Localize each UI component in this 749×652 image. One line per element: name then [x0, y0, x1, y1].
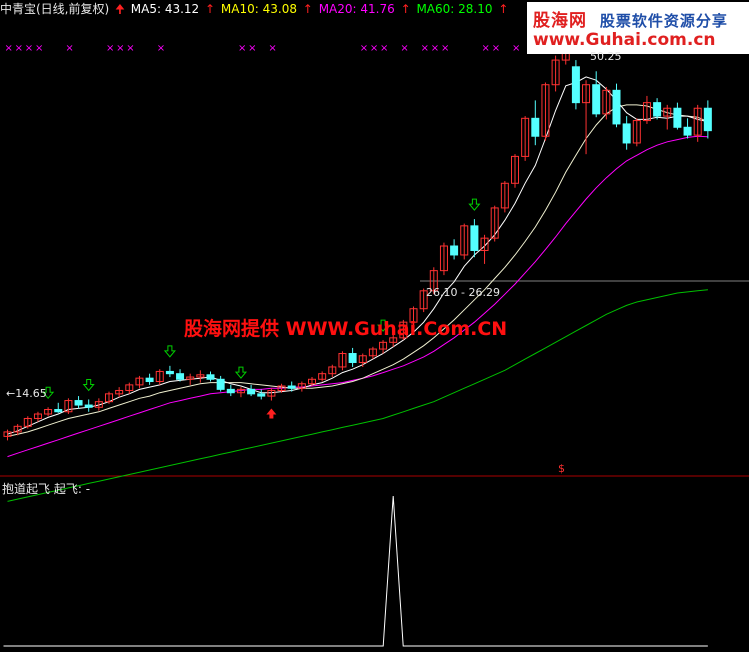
- star-marker: ×: [25, 43, 33, 54]
- candle-body: [673, 107, 682, 128]
- indicator-line-label: 起飞: -: [53, 482, 91, 496]
- up-arrow-icon: 🠉: [115, 2, 125, 16]
- chart-title: 中青宝(日线,前复权): [0, 2, 110, 16]
- star-marker: ×: [248, 43, 256, 54]
- star-marker: ×: [370, 43, 378, 54]
- buy-arrow-icon: [468, 198, 481, 211]
- watermark-logo: 股海网 股票软件资源分享 www.Guhai.com.cn: [527, 2, 749, 54]
- candle-body: [622, 123, 631, 144]
- signal-line: [3, 495, 708, 647]
- candle-body: [653, 102, 662, 117]
- star-marker: ×: [400, 43, 408, 54]
- watermark-tagline: 股票软件资源分享: [599, 12, 728, 30]
- candle-body: [226, 388, 235, 394]
- star-marker: ×: [431, 43, 439, 54]
- candle-body: [145, 377, 154, 383]
- star-marker: ×: [492, 43, 500, 54]
- candle-body: [470, 225, 479, 251]
- watermark-url: www.Guhai.com.cn: [533, 30, 716, 50]
- candle-body: [54, 409, 63, 413]
- candle-body: [612, 89, 621, 125]
- candle-body: [450, 245, 459, 256]
- star-marker: ×: [65, 43, 73, 54]
- star-marker: ×: [441, 43, 449, 54]
- star-marker: ×: [238, 43, 246, 54]
- ma10-line: [7, 104, 709, 437]
- buy-arrow-icon: [82, 378, 95, 392]
- sell-arrow-icon: [266, 408, 277, 419]
- high-price-label: 50.25: [590, 50, 622, 63]
- candle-body: [703, 107, 712, 132]
- candle-body: [592, 84, 601, 115]
- indicator-header: 抱道起飞 起飞: -: [2, 480, 90, 497]
- candle-body: [84, 404, 93, 408]
- indicator-name: 抱道起飞: [2, 482, 51, 496]
- candle-body: [531, 117, 540, 137]
- range-label: 26.10 - 26.29: [426, 286, 500, 299]
- ma5-line: [7, 76, 709, 435]
- up-arrow-icon: ↑: [302, 2, 313, 16]
- star-marker: ×: [157, 43, 165, 54]
- star-marker: ×: [35, 43, 43, 54]
- star-marker: ×: [380, 43, 388, 54]
- star-marker: ×: [5, 43, 13, 54]
- candle-body: [216, 378, 225, 390]
- candle-body: [247, 388, 256, 395]
- star-marker: ×: [116, 43, 124, 54]
- chart-header: 中青宝(日线,前复权) 🠉 MA5: 43.12 ↑ MA10: 43.08 ↑…: [0, 0, 510, 18]
- star-marker: ×: [360, 43, 368, 54]
- ma20-label: MA20: 41.76: [318, 2, 395, 16]
- candle-body: [287, 385, 296, 389]
- up-arrow-icon: ↑: [498, 2, 509, 16]
- ma10-label: MA10: 43.08: [220, 2, 297, 16]
- ma5-label: MA5: 43.12: [130, 2, 200, 16]
- buy-arrow-icon: [234, 366, 248, 379]
- candle-body: [206, 374, 215, 380]
- watermark-brand: 股海网: [533, 11, 587, 31]
- candle-body: [74, 400, 83, 406]
- star-marker: ×: [106, 43, 114, 54]
- candle-body: [571, 66, 580, 104]
- ma60-label: MA60: 28.10: [416, 2, 493, 16]
- star-marker: ×: [512, 43, 520, 54]
- candle-body: [348, 353, 357, 363]
- buy-arrow-icon: [163, 345, 176, 358]
- candle-body: [257, 393, 266, 397]
- candle-body: [176, 373, 185, 380]
- watermark-center: 股海网提供 WWW.Guhai.Com.CN: [184, 318, 508, 340]
- low-price-label: ←14.65: [6, 387, 47, 400]
- dollar-marker: $: [558, 462, 565, 475]
- up-arrow-icon: ↑: [205, 2, 216, 16]
- candle-body: [683, 126, 692, 136]
- star-marker: ×: [126, 43, 134, 54]
- up-arrow-icon: ↑: [400, 2, 411, 16]
- candle-body: [165, 370, 174, 375]
- star-marker: ×: [268, 43, 276, 54]
- star-marker: ×: [482, 43, 490, 54]
- ma20-line: [7, 135, 708, 458]
- star-marker: ×: [15, 43, 23, 54]
- star-marker: ×: [421, 43, 429, 54]
